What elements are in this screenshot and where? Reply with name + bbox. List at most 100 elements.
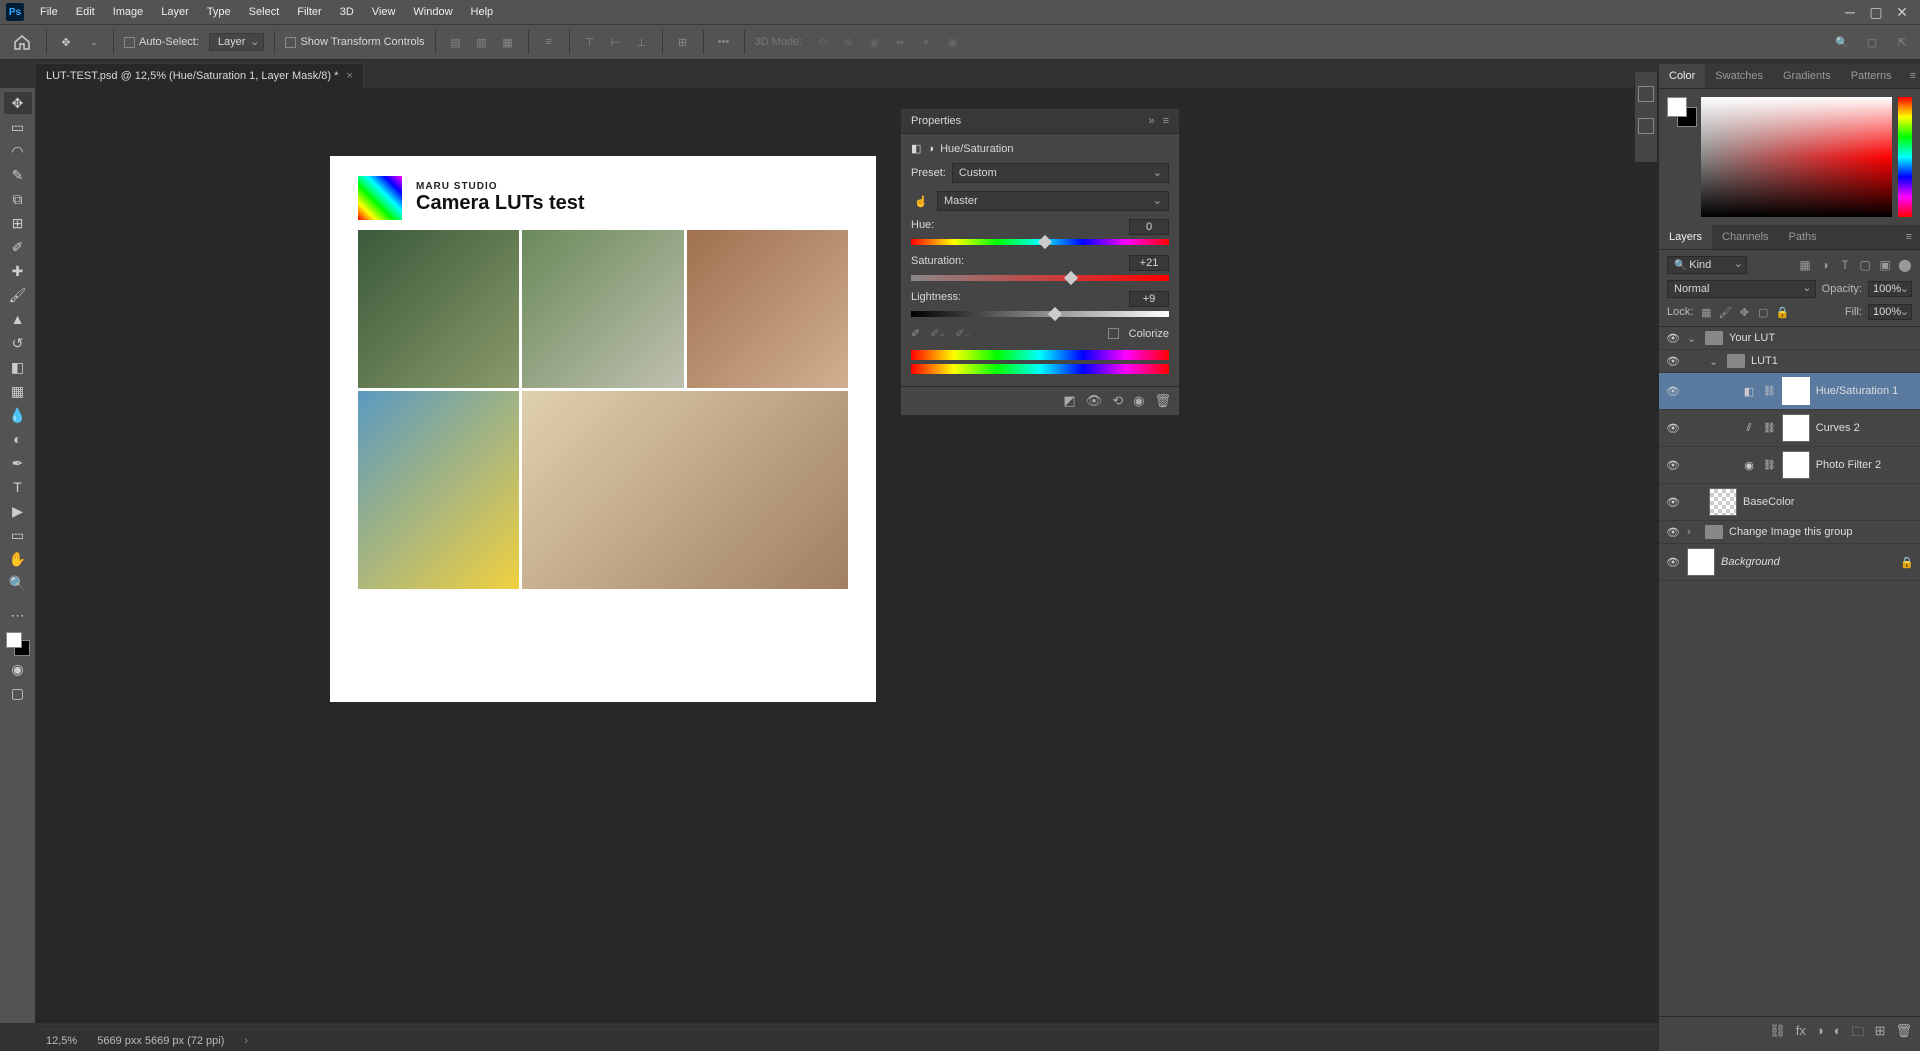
reset-icon[interactable]: ⟲: [1112, 393, 1123, 409]
distribute-icon[interactable]: ≡: [539, 32, 559, 52]
move-tool-icon[interactable]: ✥: [57, 33, 75, 51]
share-icon[interactable]: ⇱: [1892, 32, 1912, 52]
layer-group-your-lut[interactable]: 👁 ⌄ Your LUT: [1659, 327, 1920, 350]
layer-photo-filter[interactable]: 👁 ◉ ⛓ Photo Filter 2: [1659, 447, 1920, 484]
menu-view[interactable]: View: [364, 2, 404, 22]
visibility-toggle[interactable]: 👁: [1665, 526, 1681, 539]
tab-layers[interactable]: Layers: [1659, 225, 1712, 249]
layer-mask-thumb[interactable]: [1782, 377, 1810, 405]
layer-filter-kind-dropdown[interactable]: 🔍 Kind: [1667, 256, 1747, 274]
visibility-toggle[interactable]: 👁: [1665, 385, 1681, 398]
layer-basecolor[interactable]: 👁 BaseColor: [1659, 484, 1920, 521]
visibility-toggle[interactable]: 👁: [1665, 355, 1681, 368]
layer-name[interactable]: Hue/Saturation 1: [1816, 385, 1914, 397]
chevron-down-icon[interactable]: ⌄: [1709, 355, 1721, 368]
chevron-down-icon[interactable]: ⌄: [1687, 332, 1699, 345]
hand-tool[interactable]: ✋: [4, 548, 32, 570]
layer-mask-thumb[interactable]: [1782, 414, 1810, 442]
layer-group-lut1[interactable]: 👁 ⌄ LUT1: [1659, 350, 1920, 373]
visibility-toggle[interactable]: 👁: [1665, 496, 1681, 509]
menu-3d[interactable]: 3D: [332, 2, 362, 22]
frame-tool[interactable]: ⊞: [4, 212, 32, 234]
saturation-value-input[interactable]: +21: [1129, 255, 1169, 271]
layer-name[interactable]: LUT1: [1751, 355, 1914, 367]
layers-panel-menu-icon[interactable]: ≡: [1898, 225, 1920, 249]
tab-color[interactable]: Color: [1659, 64, 1705, 88]
auto-select-checkbox[interactable]: Auto-Select:: [124, 36, 199, 48]
layer-group-change-image[interactable]: 👁 › Change Image this group: [1659, 521, 1920, 544]
finger-icon[interactable]: ☝: [911, 195, 931, 208]
document-info[interactable]: 5669 pxx 5669 px (72 ppi): [97, 1035, 224, 1047]
collapse-panel-icon[interactable]: »: [1148, 115, 1154, 127]
quick-mask-tool[interactable]: ◉: [4, 658, 32, 680]
layer-name[interactable]: Curves 2: [1816, 422, 1914, 434]
blur-tool[interactable]: 💧: [4, 404, 32, 426]
opacity-input[interactable]: 100%: [1868, 281, 1912, 297]
align-bottom-icon[interactable]: ⊥: [632, 32, 652, 52]
home-button[interactable]: [8, 30, 36, 54]
shape-tool[interactable]: ▭: [4, 524, 32, 546]
menu-filter[interactable]: Filter: [289, 2, 329, 22]
align-center-h-icon[interactable]: ▥: [472, 32, 492, 52]
collapsed-panel-icon-1[interactable]: [1638, 86, 1654, 102]
add-mask-icon[interactable]: ◑: [1816, 1023, 1824, 1045]
show-transform-checkbox[interactable]: Show Transform Controls: [285, 36, 424, 48]
color-swatches[interactable]: [6, 632, 30, 656]
type-tool[interactable]: T: [4, 476, 32, 498]
toggle-visibility-icon[interactable]: ◉: [1133, 393, 1144, 409]
layer-hue-saturation[interactable]: 👁 ◧ ⛓ Hue/Saturation 1: [1659, 373, 1920, 410]
lock-transparency-icon[interactable]: ▦: [1699, 305, 1713, 319]
hue-slider[interactable]: [911, 239, 1169, 245]
visibility-toggle[interactable]: 👁: [1665, 422, 1681, 435]
align-middle-icon[interactable]: ⊢: [606, 32, 626, 52]
eyedropper-tool[interactable]: ✐: [4, 236, 32, 258]
color-panel-menu-icon[interactable]: ≡: [1902, 64, 1920, 88]
screen-mode-tool[interactable]: ▢: [4, 682, 32, 704]
foreground-color-swatch[interactable]: [6, 632, 22, 648]
align-left-icon[interactable]: ▤: [446, 32, 466, 52]
layer-thumb[interactable]: [1687, 548, 1715, 576]
eyedropper-subtract-icon[interactable]: ✐₋: [955, 327, 970, 340]
visibility-toggle[interactable]: 👁: [1665, 332, 1681, 345]
marquee-tool[interactable]: ▭: [4, 116, 32, 138]
history-brush-tool[interactable]: ↺: [4, 332, 32, 354]
filter-smart-icon[interactable]: ▣: [1878, 258, 1892, 272]
document-tab[interactable]: LUT-TEST.psd @ 12,5% (Hue/Saturation 1, …: [36, 63, 364, 88]
crop-tool[interactable]: ⧉: [4, 188, 32, 210]
lock-pixels-icon[interactable]: 🖌: [1718, 305, 1732, 319]
fill-input[interactable]: 100%: [1868, 304, 1912, 320]
layer-name[interactable]: Your LUT: [1729, 332, 1914, 344]
layer-name[interactable]: Photo Filter 2: [1816, 459, 1914, 471]
tab-swatches[interactable]: Swatches: [1705, 64, 1773, 88]
canvas-area[interactable]: MARU STUDIO Camera LUTs test: [36, 88, 1658, 1023]
tab-gradients[interactable]: Gradients: [1773, 64, 1841, 88]
color-picker-field[interactable]: [1701, 97, 1892, 217]
preset-dropdown[interactable]: Custom: [952, 163, 1169, 183]
filter-type-icon[interactable]: T: [1838, 258, 1852, 272]
menu-layer[interactable]: Layer: [153, 2, 197, 22]
gradient-tool[interactable]: ▦: [4, 380, 32, 402]
dodge-tool[interactable]: ◐: [4, 428, 32, 450]
menu-image[interactable]: Image: [105, 2, 152, 22]
filter-shape-icon[interactable]: ▢: [1858, 258, 1872, 272]
zoom-level[interactable]: 12,5%: [46, 1035, 77, 1047]
new-group-icon[interactable]: 🗀: [1852, 1023, 1865, 1045]
filter-toggle-icon[interactable]: ⬤: [1898, 258, 1912, 272]
hue-value-input[interactable]: 0: [1129, 219, 1169, 235]
layer-background[interactable]: 👁 Background 🔒: [1659, 544, 1920, 581]
filter-adjustment-icon[interactable]: ◑: [1818, 258, 1832, 272]
brush-tool[interactable]: 🖌: [4, 284, 32, 306]
edit-toolbar-button[interactable]: ⋯: [4, 604, 32, 626]
menu-select[interactable]: Select: [241, 2, 288, 22]
document-canvas[interactable]: MARU STUDIO Camera LUTs test: [330, 156, 876, 702]
healing-tool[interactable]: ✚: [4, 260, 32, 282]
clip-to-layer-icon[interactable]: ◩: [1063, 393, 1075, 409]
lasso-tool[interactable]: ◠: [4, 140, 32, 162]
fg-bg-swatch[interactable]: [1667, 97, 1695, 217]
layer-name[interactable]: BaseColor: [1743, 496, 1914, 508]
align-to-icon[interactable]: ⊞: [673, 32, 693, 52]
layer-style-icon[interactable]: fx: [1796, 1023, 1806, 1045]
menu-window[interactable]: Window: [405, 2, 460, 22]
layer-name[interactable]: Background: [1721, 556, 1894, 568]
lightness-value-input[interactable]: +9: [1129, 291, 1169, 307]
